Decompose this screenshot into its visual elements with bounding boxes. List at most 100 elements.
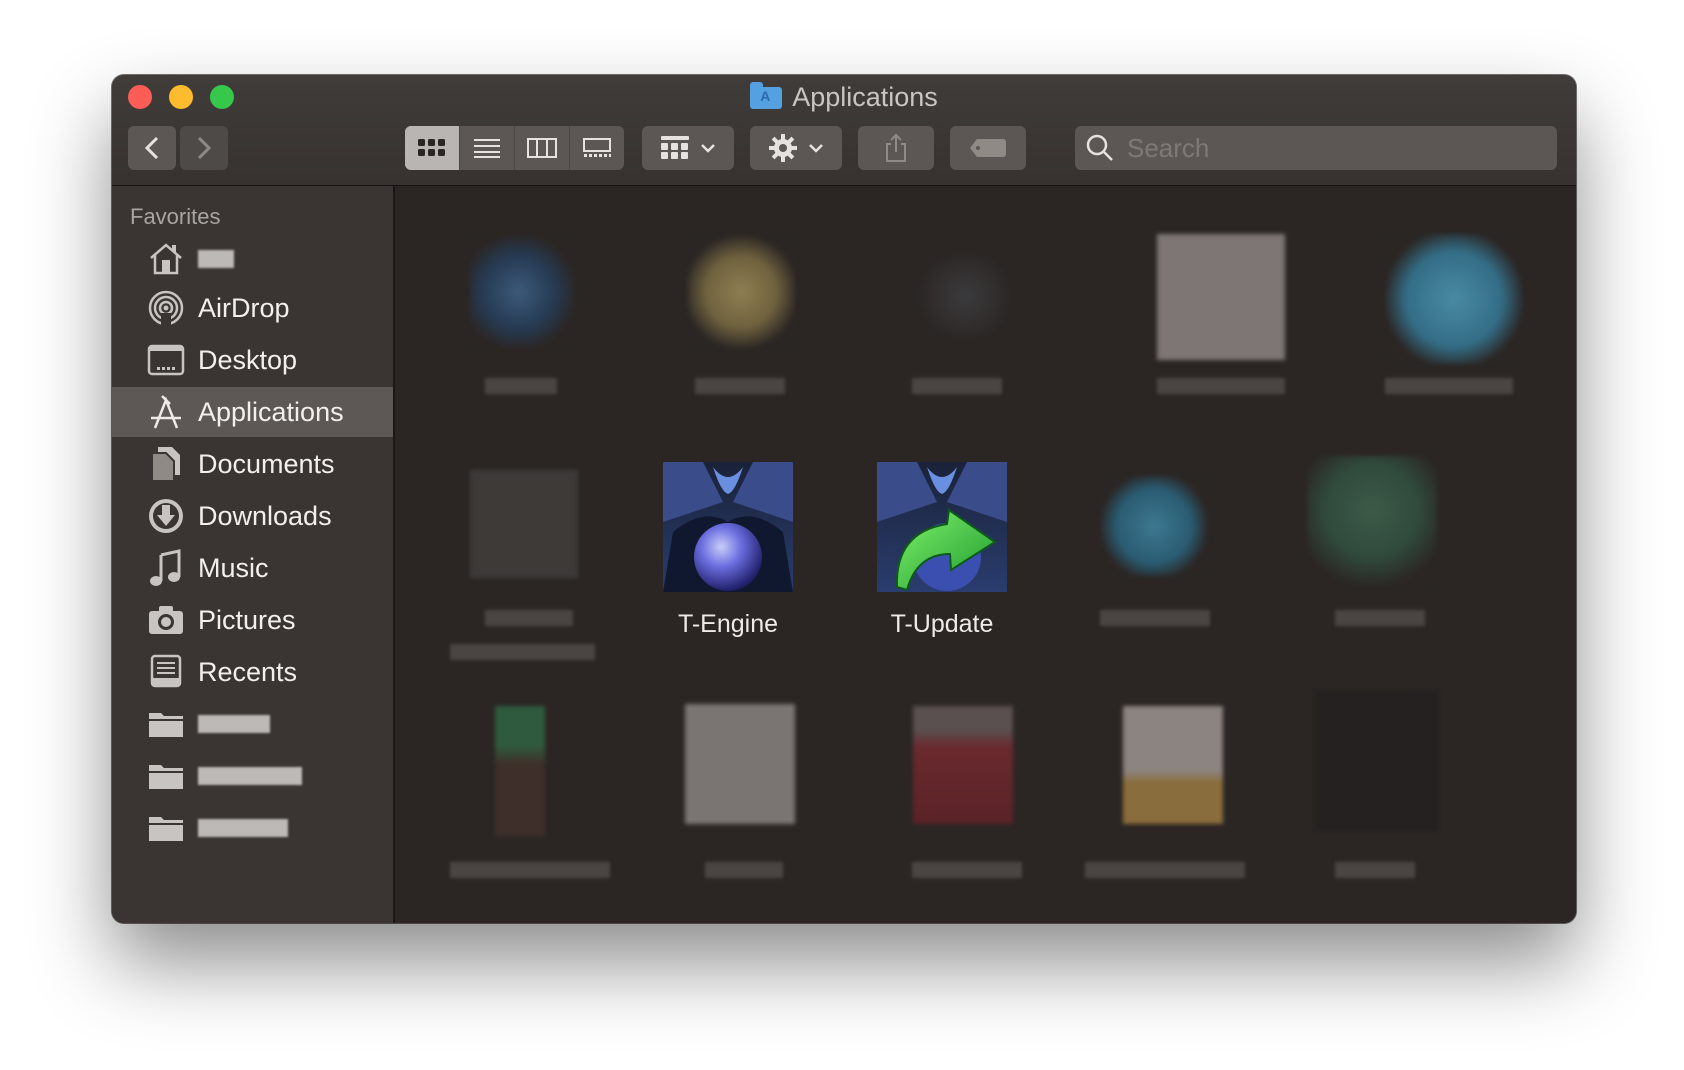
- redacted-app-label: [912, 862, 1022, 878]
- tag-button[interactable]: [950, 126, 1026, 170]
- sidebar-item-airdrop[interactable]: AirDrop: [112, 283, 393, 333]
- sidebar-item-label: AirDrop: [198, 292, 290, 323]
- sidebar-item-label: Pictures: [198, 604, 296, 635]
- redacted-app-icon[interactable]: [495, 706, 545, 836]
- gallery-view-icon: [583, 138, 611, 157]
- group-grid-icon: [661, 136, 689, 159]
- sidebar-item-label: Documents: [198, 448, 335, 479]
- redacted-app-icon[interactable]: [1100, 476, 1208, 576]
- app-item-t-engine[interactable]: T-Engine: [628, 462, 828, 639]
- redacted-app-label: [1335, 862, 1415, 878]
- home-icon: [146, 239, 186, 279]
- sidebar-item-label: Recents: [198, 656, 298, 687]
- redacted-app-icon[interactable]: [470, 470, 578, 578]
- gallery-view-button[interactable]: [570, 126, 624, 170]
- chevron-right-icon: [197, 136, 212, 160]
- tag-icon: [970, 139, 1006, 157]
- redacted-app-icon[interactable]: [910, 256, 1010, 336]
- app-label: T-Engine: [677, 610, 779, 638]
- redacted-app-icon[interactable]: [687, 236, 795, 348]
- share-icon: [886, 133, 906, 162]
- sidebar-item-home[interactable]: [112, 234, 393, 284]
- chevron-down-icon: [701, 144, 715, 153]
- finder-window: Applications: [112, 75, 1576, 923]
- redacted-app-label: [1100, 610, 1210, 626]
- desktop-icon: [146, 340, 186, 380]
- sidebar-item-label: Desktop: [198, 344, 298, 375]
- group-by-button[interactable]: [642, 126, 734, 170]
- sidebar-item-documents[interactable]: Documents: [112, 439, 393, 489]
- sidebar-item-desktop[interactable]: Desktop: [112, 335, 393, 385]
- redacted-app-icon[interactable]: [685, 704, 795, 824]
- folder-icon: [146, 756, 186, 796]
- redacted-app-icon[interactable]: [1307, 456, 1437, 591]
- redacted-app-label: [912, 378, 1002, 394]
- search-field[interactable]: [1075, 126, 1557, 170]
- downloads-icon: [146, 496, 186, 536]
- redacted-app-icon[interactable]: [1157, 234, 1285, 360]
- sidebar-item-downloads[interactable]: Downloads: [112, 491, 393, 541]
- sidebar-item-applications[interactable]: Applications: [112, 387, 393, 437]
- redacted-app-icon[interactable]: [1123, 706, 1223, 824]
- redacted-app-icon[interactable]: [470, 236, 578, 348]
- toolbar: Applications: [112, 75, 1576, 186]
- sidebar-item-label-redacted: [198, 767, 302, 785]
- list-view-icon: [474, 139, 500, 158]
- sidebar-item-label: Music: [198, 552, 269, 583]
- sidebar: Favorites AirDrop Desktop Applications D…: [112, 186, 395, 923]
- search-input[interactable]: [1125, 131, 1529, 165]
- redacted-app-label: [485, 378, 557, 394]
- app-label: T-Update: [890, 610, 994, 638]
- app-item-t-update[interactable]: T-Update: [842, 462, 1042, 639]
- sidebar-item-pictures[interactable]: Pictures: [112, 595, 393, 645]
- sidebar-item-label: Downloads: [198, 500, 332, 531]
- music-icon: [146, 548, 186, 588]
- redacted-app-icon[interactable]: [913, 706, 1013, 824]
- action-button[interactable]: [750, 126, 842, 170]
- sidebar-item-folder[interactable]: [112, 699, 393, 749]
- sidebar-item-folder[interactable]: [112, 803, 393, 853]
- sidebar-item-recents[interactable]: Recents: [112, 647, 393, 697]
- icon-grid: T-Engine T-Update: [395, 186, 1576, 923]
- redacted-app-label: [1085, 862, 1245, 878]
- t-update-icon: [877, 462, 1007, 592]
- redacted-app-label: [695, 378, 785, 394]
- window-title-text: Applications: [792, 82, 938, 112]
- redacted-app-icon[interactable]: [1385, 234, 1523, 364]
- favorites-heading: Favorites: [130, 204, 221, 229]
- icon-view-icon: [418, 139, 445, 156]
- icon-view-button[interactable]: [405, 126, 460, 170]
- chevron-down-icon: [809, 144, 823, 153]
- sidebar-item-music[interactable]: Music: [112, 543, 393, 593]
- sidebar-item-label-redacted: [198, 715, 270, 733]
- redacted-app-label: [1157, 378, 1285, 394]
- redacted-app-label: [450, 644, 595, 660]
- window-title: Applications: [112, 81, 1576, 113]
- redacted-app-label: [705, 862, 783, 878]
- pictures-icon: [146, 600, 186, 640]
- sidebar-item-label: Applications: [198, 396, 344, 427]
- folder-icon: [146, 704, 186, 744]
- back-button[interactable]: [128, 126, 176, 170]
- gear-icon: [769, 134, 797, 162]
- column-view-icon: [527, 138, 557, 158]
- search-icon: [1086, 134, 1113, 161]
- redacted-app-label: [450, 862, 610, 878]
- column-view-button[interactable]: [515, 126, 570, 170]
- view-mode-segmented-control: [405, 126, 624, 170]
- redacted-app-label: [1385, 378, 1513, 394]
- documents-icon: [146, 444, 186, 484]
- applications-icon: [146, 392, 186, 432]
- redacted-app-icon[interactable]: [1315, 691, 1439, 831]
- t-engine-icon: [663, 462, 793, 592]
- redacted-app-label: [1335, 610, 1425, 626]
- share-button[interactable]: [858, 126, 934, 170]
- sidebar-item-folder[interactable]: [112, 751, 393, 801]
- airdrop-icon: [146, 288, 186, 328]
- folder-icon: [146, 808, 186, 848]
- forward-button[interactable]: [180, 126, 228, 170]
- redacted-app-label: [485, 610, 573, 626]
- sidebar-item-label-redacted: [198, 819, 288, 837]
- sidebar-item-label-redacted: [198, 250, 234, 268]
- list-view-button[interactable]: [460, 126, 515, 170]
